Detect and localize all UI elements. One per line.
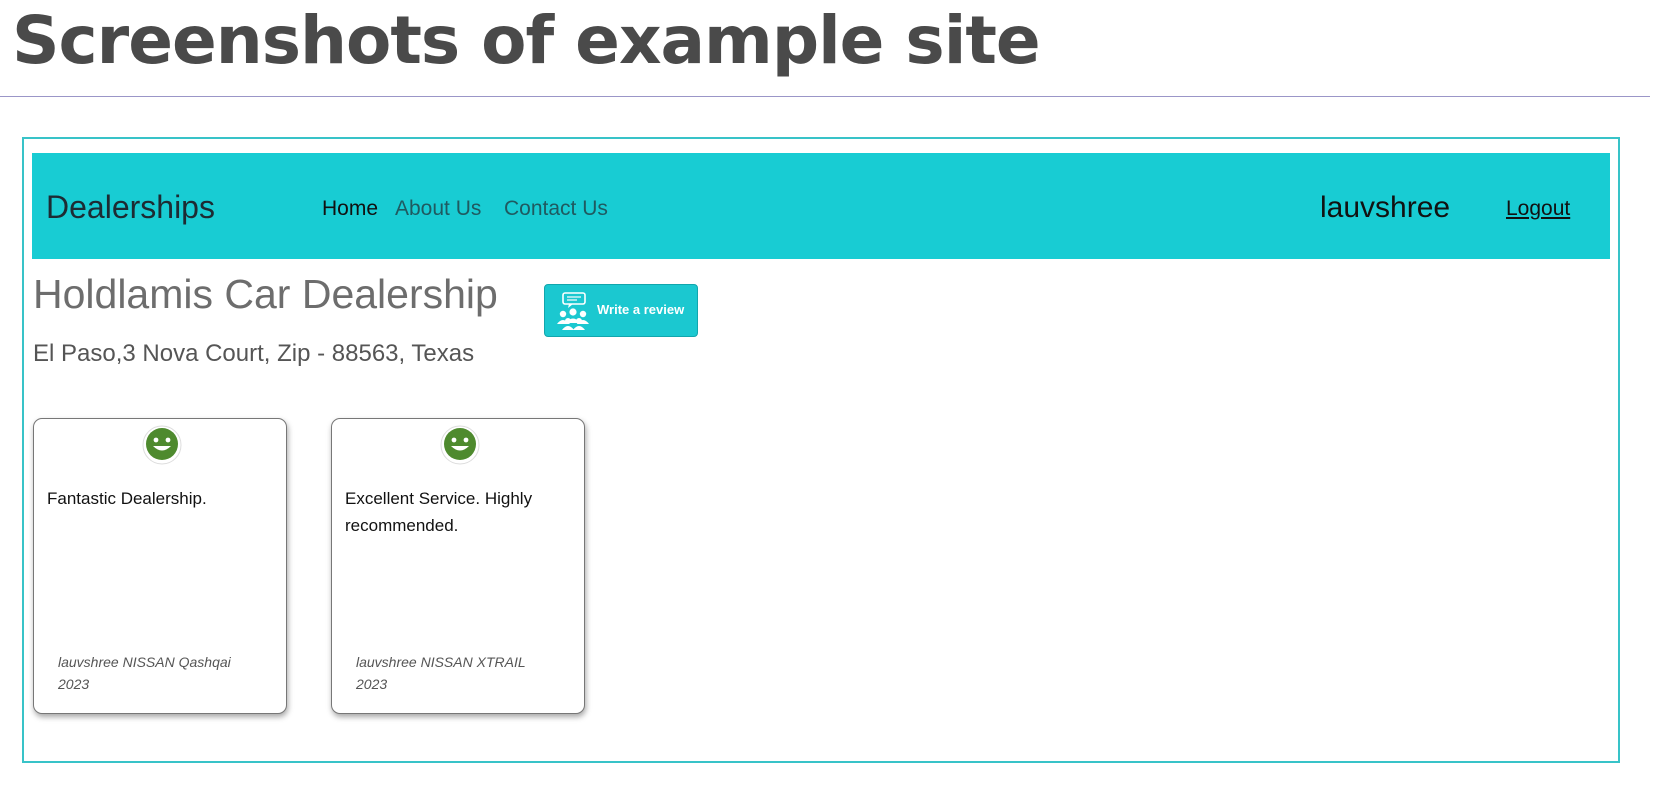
smiley-face-icon: [440, 425, 480, 465]
review-text: Fantastic Dealership.: [47, 489, 207, 508]
navbar: Dealerships Home About Us Contact Us lau…: [32, 153, 1610, 259]
username: lauvshree: [1320, 191, 1451, 224]
nav-link-home[interactable]: Home: [322, 197, 378, 221]
people-chat-icon: [557, 292, 589, 330]
site-screenshot-frame: Dealerships Home About Us Contact Us lau…: [22, 137, 1620, 763]
reviewer-info: lauvshree NISSAN Qashqai 2023: [58, 654, 231, 692]
reviewer-info: lauvshree NISSAN XTRAIL 2023: [356, 654, 526, 692]
logout-link[interactable]: Logout: [1506, 197, 1570, 221]
dealer-name-heading: Holdlamis Car Dealership: [33, 271, 498, 317]
slide-title: Screenshots of example site: [12, 2, 1041, 79]
nav-link-contact-us[interactable]: Contact Us: [504, 197, 608, 221]
nav-link-about-us[interactable]: About Us: [395, 197, 481, 221]
write-review-label: Write a review: [597, 302, 685, 317]
dealer-address: El Paso,3 Nova Court, Zip - 88563, Texas: [33, 340, 475, 367]
review-card: Fantastic Dealership. lauvshree NISSAN Q…: [33, 418, 287, 714]
navbar-brand[interactable]: Dealerships: [46, 189, 215, 226]
smiley-face-icon: [142, 425, 182, 465]
title-divider: [0, 96, 1650, 97]
review-card: Excellent Service. Highly recommended. l…: [331, 418, 585, 714]
review-text: Excellent Service. Highly recommended.: [345, 489, 533, 535]
write-review-button[interactable]: Write a review: [544, 284, 698, 337]
